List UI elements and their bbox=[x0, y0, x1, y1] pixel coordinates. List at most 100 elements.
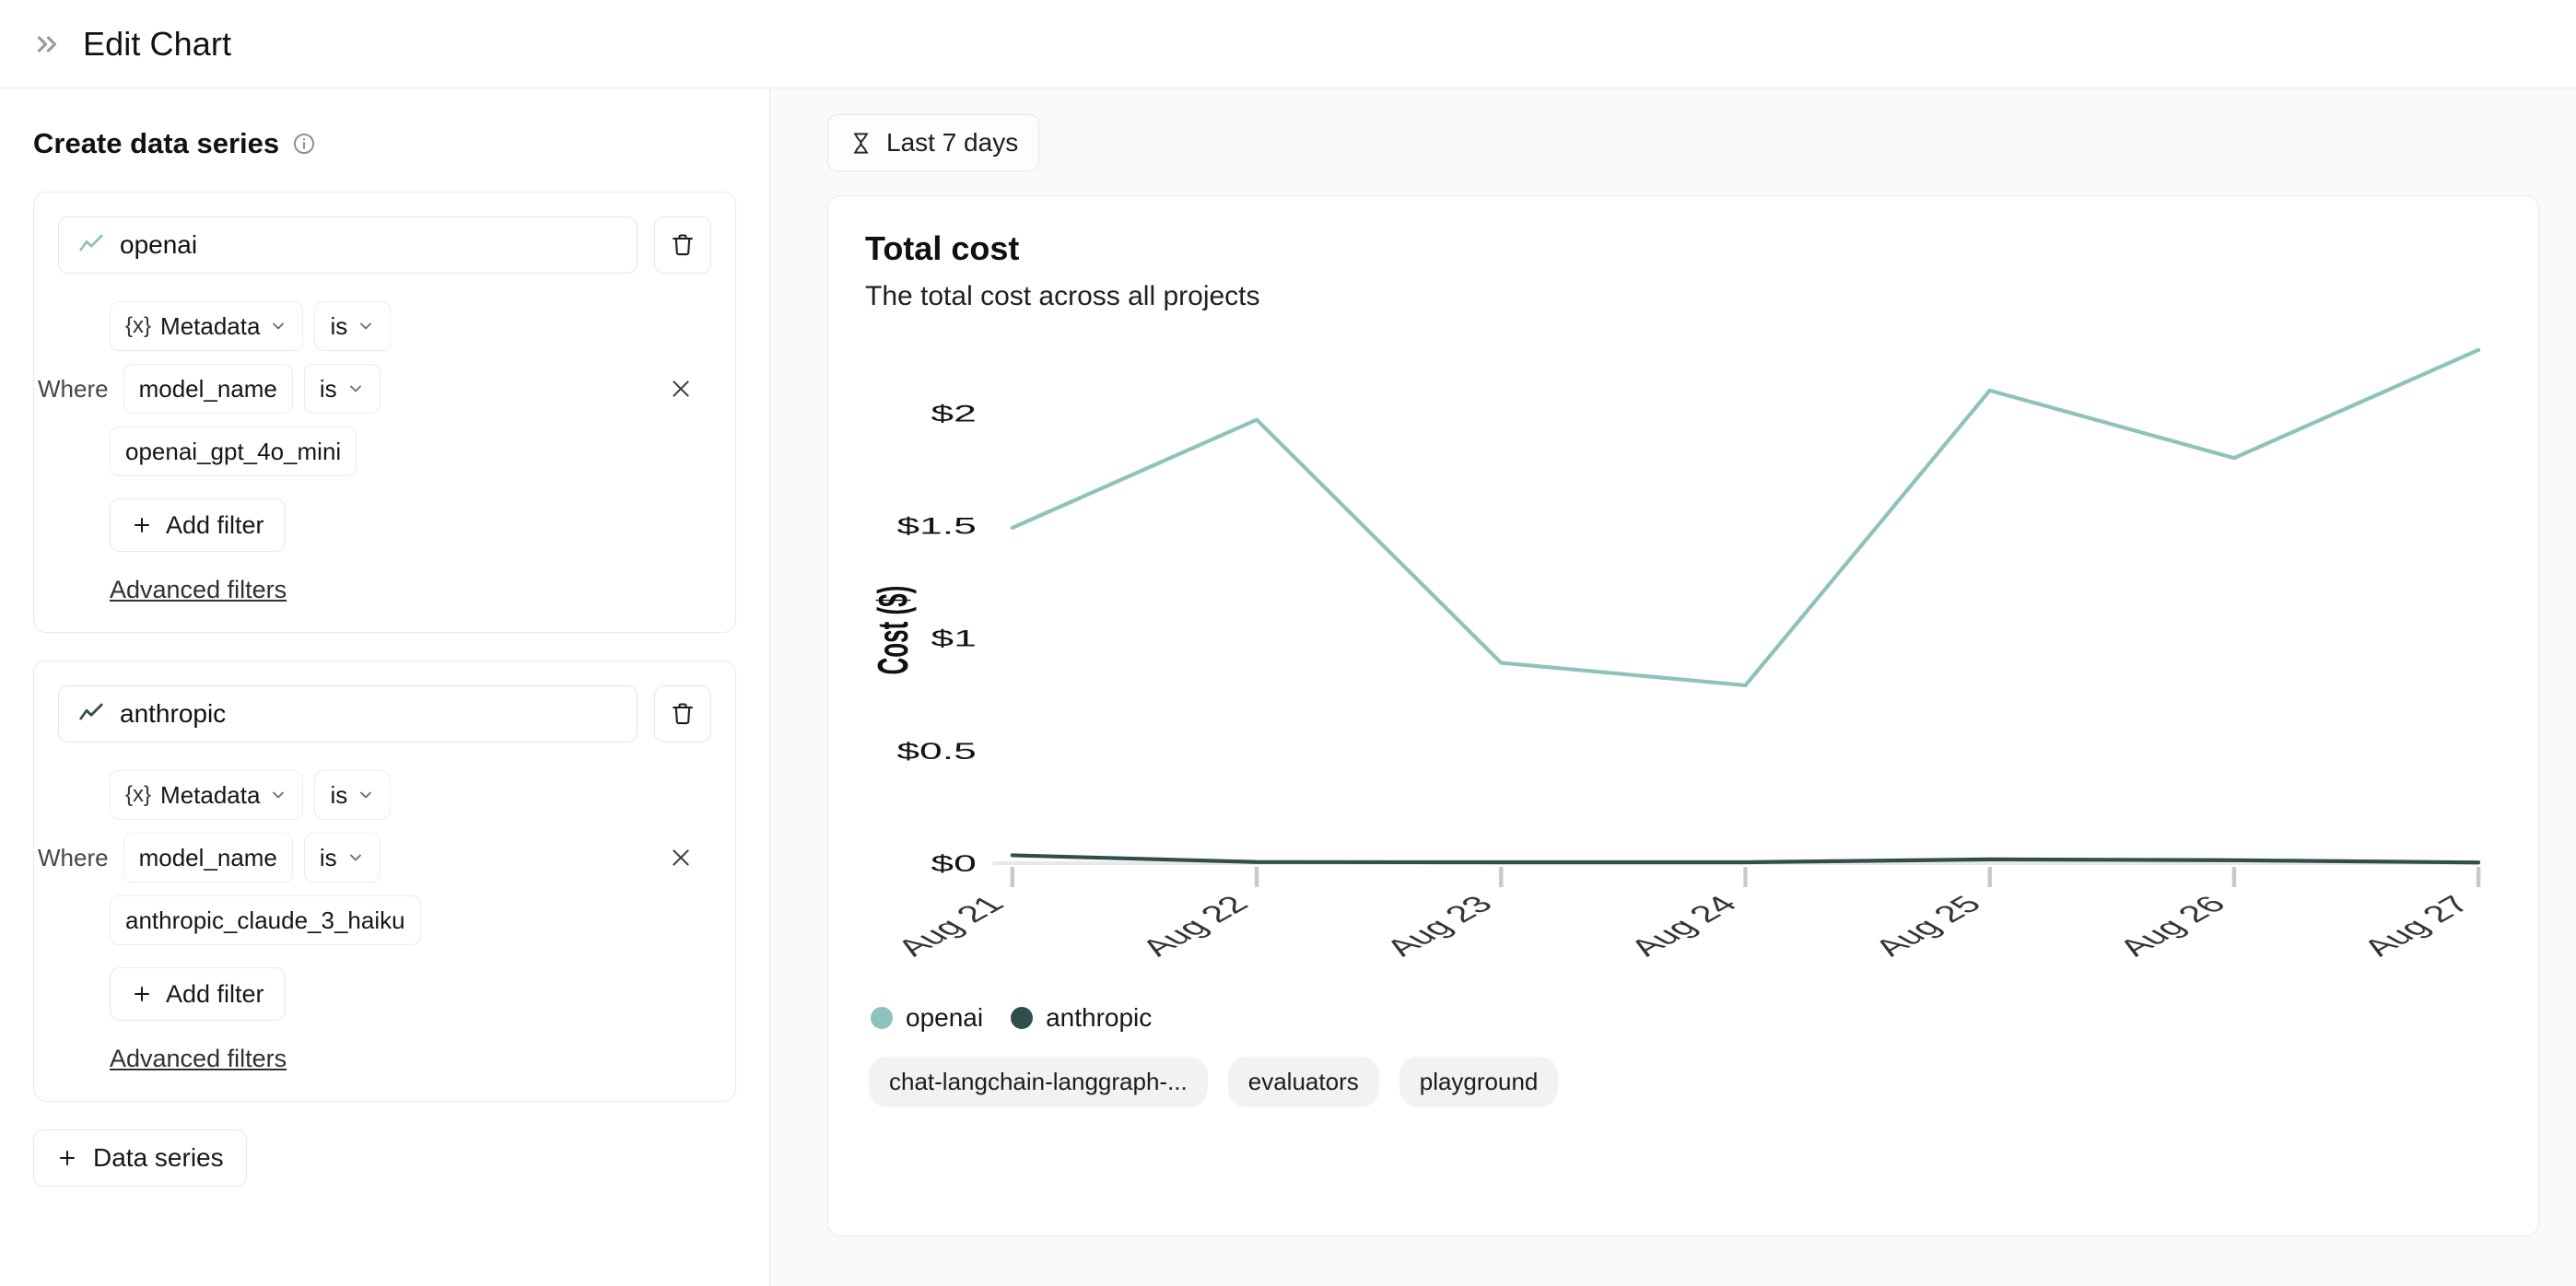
delete-series-button[interactable] bbox=[654, 216, 711, 274]
add-filter-button[interactable]: Add filter bbox=[110, 967, 286, 1021]
svg-text:$1.5: $1.5 bbox=[896, 513, 976, 539]
metadata-field-dropdown[interactable]: {x} Metadata bbox=[110, 770, 304, 820]
series-name-input[interactable]: openai bbox=[58, 216, 638, 274]
metadata-field-label: Metadata bbox=[160, 780, 261, 809]
remove-filter-button[interactable] bbox=[665, 373, 697, 404]
series-card: anthropic {x} Metadata is Where model_na… bbox=[33, 661, 736, 1102]
variable-icon: {x} bbox=[125, 782, 152, 807]
where-label: Where bbox=[38, 374, 109, 403]
filter-rows: {x} Metadata is Where model_name bbox=[38, 770, 711, 1073]
series-header-row: anthropic bbox=[58, 685, 711, 742]
svg-text:Cost ($): Cost ($) bbox=[869, 586, 917, 675]
add-filter-button[interactable]: Add filter bbox=[110, 498, 286, 552]
date-range-label: Last 7 days bbox=[886, 128, 1019, 157]
date-range-button[interactable]: Last 7 days bbox=[827, 114, 1040, 171]
chevron-down-icon bbox=[273, 322, 285, 330]
field-row: {x} Metadata is bbox=[110, 301, 711, 351]
advanced-filters-link[interactable]: Advanced filters bbox=[110, 576, 287, 604]
svg-text:$0.5: $0.5 bbox=[896, 738, 976, 764]
remove-filter-button[interactable] bbox=[665, 842, 697, 873]
legend-label: anthropic bbox=[1046, 1003, 1153, 1032]
hourglass-icon bbox=[853, 132, 869, 154]
plus-icon bbox=[135, 987, 149, 1001]
filter-key-label: model_name bbox=[138, 843, 277, 871]
line-chart-icon bbox=[77, 700, 105, 728]
chart-tag[interactable]: evaluators bbox=[1227, 1057, 1379, 1107]
chart-legend: openai anthropic bbox=[865, 1003, 2501, 1033]
filter-key-label: model_name bbox=[138, 374, 277, 403]
trash-icon bbox=[670, 701, 696, 727]
advanced-filters-link[interactable]: Advanced filters bbox=[110, 1045, 287, 1073]
chevrons-right-icon[interactable] bbox=[31, 29, 63, 60]
line-chart-icon bbox=[77, 231, 105, 259]
chart-title: Total cost bbox=[865, 229, 1020, 267]
field-operator-dropdown[interactable]: is bbox=[314, 301, 392, 351]
legend-color-dot bbox=[871, 1007, 893, 1029]
legend-item-openai[interactable]: openai bbox=[871, 1003, 983, 1033]
delete-series-button[interactable] bbox=[654, 685, 711, 742]
where-row: Where model_name is bbox=[38, 364, 711, 414]
filter-operator-dropdown[interactable]: is bbox=[303, 833, 381, 883]
line-chart-svg[interactable]: $0 $0.5 $1 $1.5 $2 Cost ($) Aug 21 Aug 22 Aug 23… bbox=[865, 329, 2501, 992]
metadata-field-dropdown[interactable]: {x} Metadata bbox=[110, 301, 304, 351]
chart-tag[interactable]: playground bbox=[1399, 1057, 1559, 1107]
svg-text:Aug 24: Aug 24 bbox=[1621, 891, 1745, 961]
top-bar: Edit Chart bbox=[0, 0, 2576, 88]
plus-icon bbox=[135, 518, 149, 532]
svg-text:$1: $1 bbox=[931, 625, 976, 651]
svg-text:Aug 26: Aug 26 bbox=[2110, 891, 2234, 961]
chart-tag-list: chat-langchain-langgraph-... evaluators pl… bbox=[865, 1057, 2501, 1107]
svg-text:Aug 21: Aug 21 bbox=[888, 891, 1013, 961]
data-series-panel: Create data series openai {x} Metadata i… bbox=[0, 88, 770, 1286]
svg-text:Aug 22: Aug 22 bbox=[1132, 891, 1257, 961]
add-filter-label: Add filter bbox=[166, 510, 264, 539]
chart-plot-area: $0 $0.5 $1 $1.5 $2 Cost ($) Aug 21 Aug 22 Aug 23… bbox=[865, 329, 2501, 992]
chart-tag[interactable]: chat-langchain-langgraph-... bbox=[869, 1057, 1208, 1107]
value-row: anthropic_claude_3_haiku bbox=[110, 895, 711, 945]
where-row: Where model_name is bbox=[38, 833, 711, 883]
add-data-series-button[interactable]: Data series bbox=[33, 1129, 247, 1187]
svg-text:Aug 27: Aug 27 bbox=[2354, 891, 2478, 961]
series-header-row: openai bbox=[58, 216, 711, 274]
panel-header: Create data series bbox=[33, 127, 736, 160]
filter-operator-dropdown[interactable]: is bbox=[303, 364, 381, 414]
svg-text:$0: $0 bbox=[931, 850, 976, 876]
svg-text:Aug 23: Aug 23 bbox=[1376, 891, 1501, 961]
chevron-down-icon bbox=[349, 854, 361, 861]
filter-value-label: openai_gpt_4o_mini bbox=[125, 437, 342, 465]
chevron-down-icon bbox=[360, 322, 372, 330]
value-row: openai_gpt_4o_mini bbox=[110, 427, 711, 476]
filter-value-input[interactable]: anthropic_claude_3_haiku bbox=[110, 895, 421, 945]
filter-operator-label: is bbox=[319, 843, 337, 871]
legend-color-dot bbox=[1011, 1007, 1034, 1029]
chart-preview-panel: Last 7 days Total cost The total cost ac… bbox=[770, 88, 2576, 1286]
plus-icon bbox=[60, 1151, 75, 1165]
svg-text:Aug 25: Aug 25 bbox=[1865, 891, 1989, 961]
panel-title: Create data series bbox=[33, 127, 280, 159]
where-label: Where bbox=[38, 843, 109, 871]
field-row: {x} Metadata is bbox=[110, 770, 711, 820]
filter-key-dropdown[interactable]: model_name bbox=[123, 833, 293, 883]
filter-value-label: anthropic_claude_3_haiku bbox=[125, 906, 405, 934]
info-icon[interactable] bbox=[292, 132, 316, 156]
page-title: Edit Chart bbox=[83, 24, 232, 63]
series-name-input[interactable]: anthropic bbox=[58, 685, 638, 742]
legend-item-anthropic[interactable]: anthropic bbox=[1011, 1003, 1152, 1033]
field-operator-label: is bbox=[330, 311, 348, 340]
chart-subtitle: The total cost across all projects bbox=[865, 281, 1260, 311]
trash-icon bbox=[670, 232, 696, 258]
chart-card: Total cost The total cost across all pro… bbox=[827, 195, 2539, 1236]
legend-label: openai bbox=[906, 1003, 984, 1032]
filter-operator-label: is bbox=[319, 374, 337, 403]
add-filter-label: Add filter bbox=[166, 979, 264, 1008]
filter-rows: {x} Metadata is Where model_name bbox=[38, 301, 711, 604]
chevron-down-icon bbox=[360, 791, 372, 799]
series-name-value: openai bbox=[120, 230, 198, 259]
filter-value-input[interactable]: openai_gpt_4o_mini bbox=[110, 427, 357, 476]
variable-icon: {x} bbox=[125, 313, 152, 338]
add-data-series-label: Data series bbox=[93, 1143, 224, 1172]
series-card: openai {x} Metadata is Where model_name … bbox=[33, 192, 736, 633]
chevron-down-icon bbox=[273, 791, 285, 799]
filter-key-dropdown[interactable]: model_name bbox=[123, 364, 293, 414]
field-operator-dropdown[interactable]: is bbox=[314, 770, 392, 820]
